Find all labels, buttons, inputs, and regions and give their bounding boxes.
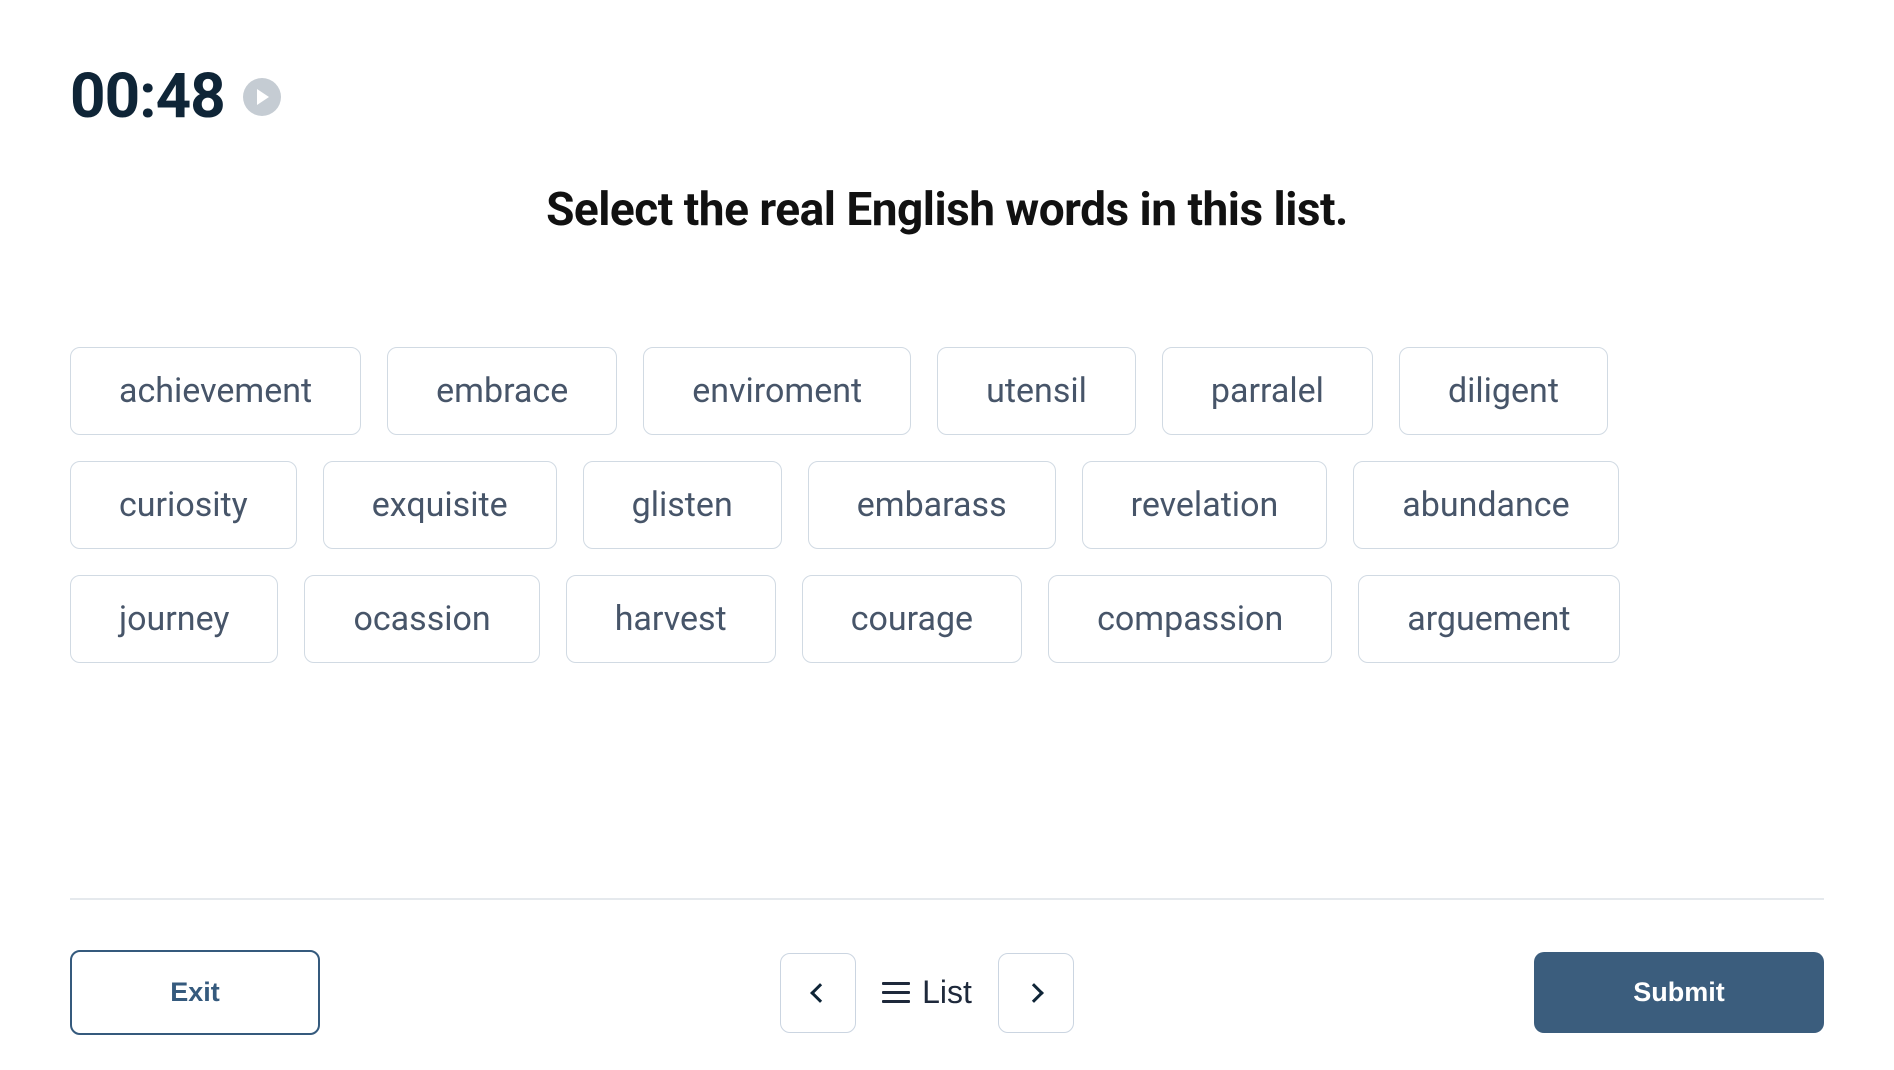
list-button[interactable]: List bbox=[876, 964, 978, 1021]
next-button[interactable] bbox=[998, 953, 1074, 1033]
timer-display: 00:48 bbox=[70, 60, 225, 133]
submit-button[interactable]: Submit bbox=[1534, 952, 1824, 1033]
word-option[interactable]: achievement bbox=[70, 347, 361, 435]
word-option[interactable]: compassion bbox=[1048, 575, 1332, 663]
word-option[interactable]: revelation bbox=[1082, 461, 1328, 549]
list-icon bbox=[882, 982, 910, 1003]
play-button[interactable] bbox=[243, 78, 281, 116]
word-option[interactable]: glisten bbox=[583, 461, 782, 549]
word-option[interactable]: courage bbox=[802, 575, 1022, 663]
word-option[interactable]: exquisite bbox=[323, 461, 557, 549]
word-option[interactable]: curiosity bbox=[70, 461, 297, 549]
word-option[interactable]: enviroment bbox=[643, 347, 911, 435]
word-option[interactable]: embrace bbox=[387, 347, 617, 435]
footer-nav: Exit List Submit bbox=[70, 898, 1824, 1035]
word-option[interactable]: utensil bbox=[937, 347, 1136, 435]
word-option[interactable]: ocassion bbox=[304, 575, 539, 663]
prev-button[interactable] bbox=[780, 953, 856, 1033]
nav-controls: List bbox=[780, 953, 1074, 1033]
words-container: achievement embrace enviroment utensil p… bbox=[70, 347, 1824, 663]
word-option[interactable]: embarass bbox=[808, 461, 1056, 549]
word-option[interactable]: arguement bbox=[1358, 575, 1619, 663]
word-option[interactable]: harvest bbox=[566, 575, 776, 663]
chevron-right-icon bbox=[1024, 983, 1044, 1003]
question-prompt: Select the real English words in this li… bbox=[70, 183, 1824, 237]
main-container: 00:48 Select the real English words in t… bbox=[0, 0, 1894, 890]
chevron-left-icon bbox=[810, 983, 830, 1003]
word-option[interactable]: diligent bbox=[1399, 347, 1608, 435]
play-icon bbox=[257, 89, 269, 105]
list-label: List bbox=[922, 974, 972, 1011]
word-option[interactable]: journey bbox=[70, 575, 278, 663]
word-option[interactable]: parralel bbox=[1162, 347, 1373, 435]
header: 00:48 bbox=[70, 60, 1824, 133]
word-option[interactable]: abundance bbox=[1353, 461, 1618, 549]
exit-button[interactable]: Exit bbox=[70, 950, 320, 1035]
